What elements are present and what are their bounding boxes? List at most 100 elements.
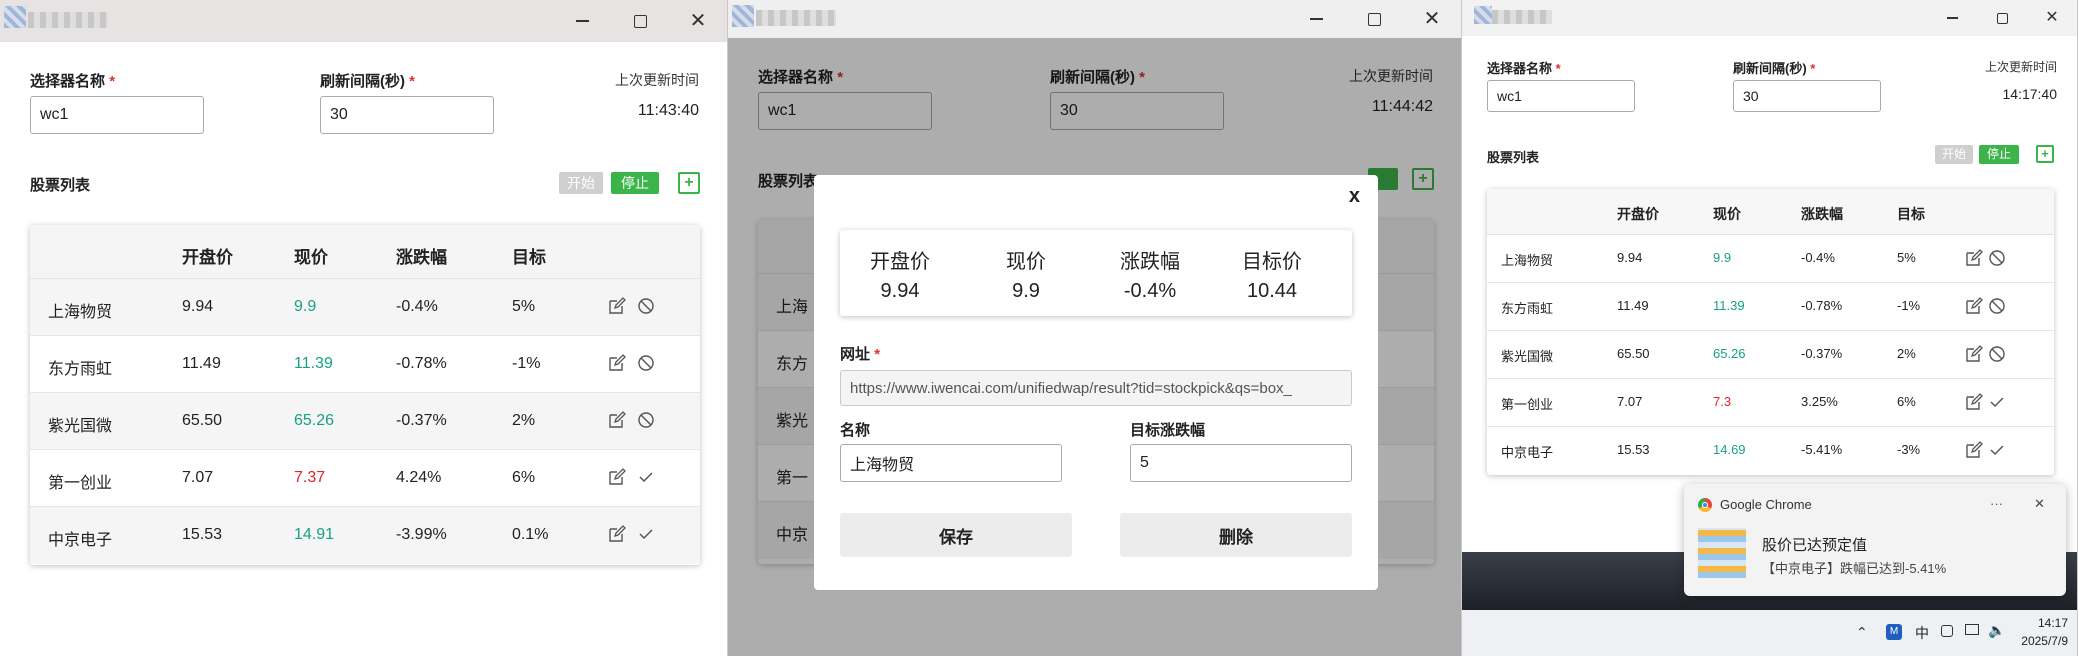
minimize-icon bbox=[1946, 17, 1958, 19]
app-icon bbox=[732, 5, 754, 27]
open-price: 15.53 bbox=[182, 526, 223, 543]
ban-icon[interactable] bbox=[637, 411, 655, 434]
open-price: 65.50 bbox=[1617, 346, 1650, 361]
edit-icon[interactable] bbox=[1965, 297, 1983, 320]
volume-icon[interactable]: 🔈 bbox=[1988, 622, 2005, 639]
edit-stock-dialog: x 开盘价 9.94 现价 9.9 涨跌幅 -0.4% 目标价 10.44 网址 * h… bbox=[814, 175, 1378, 590]
stock-name: 紫光国微 bbox=[1501, 349, 1554, 364]
stock-name: 中京电子 bbox=[48, 532, 113, 549]
selector-name-input[interactable]: wc1 bbox=[30, 96, 204, 134]
check-icon[interactable] bbox=[1988, 393, 2006, 416]
current-price: 9.9 bbox=[1713, 250, 1732, 265]
stock-name: 东方雨虹 bbox=[1501, 301, 1554, 316]
table-row: 上海物贸 9.94 9.9 -0.4% 5% bbox=[30, 279, 700, 336]
url-input[interactable]: https://www.iwencai.com/unifiedwap/resul… bbox=[840, 370, 1352, 406]
last-update-time: 14:17:40 bbox=[2002, 86, 2058, 102]
taskbar: ⌃ M 中 🔈 14:17 2025/7/9 bbox=[1462, 610, 2077, 656]
edit-icon[interactable] bbox=[608, 297, 626, 320]
close-button[interactable]: ✕ bbox=[1403, 0, 1461, 38]
selector-name-input[interactable]: wc1 bbox=[1487, 80, 1635, 112]
table-header: 开盘价 现价 涨跌幅 目标 bbox=[1487, 189, 2054, 235]
table-row: 第一创业 7.07 7.3 3.25% 6% bbox=[1487, 379, 2054, 427]
add-stock-button[interactable]: + bbox=[2036, 145, 2054, 163]
edit-icon[interactable] bbox=[608, 525, 626, 548]
maximize-button[interactable] bbox=[1977, 0, 2027, 36]
ime-mode-icon[interactable] bbox=[1941, 625, 1953, 637]
app-window-1: ✕ 选择器名称 * wc1 刷新间隔(秒) * 30 上次更新时间 11:43:… bbox=[0, 0, 728, 656]
name-input[interactable]: 上海物贸 bbox=[840, 444, 1062, 482]
edit-icon[interactable] bbox=[1965, 393, 1983, 416]
notification-close-button[interactable]: ✕ bbox=[2034, 496, 2045, 512]
add-stock-button[interactable]: + bbox=[678, 172, 700, 194]
window-title-blurred bbox=[28, 12, 108, 28]
minimize-button[interactable] bbox=[1287, 0, 1345, 38]
minimize-button[interactable] bbox=[553, 0, 611, 42]
ban-icon[interactable] bbox=[1988, 345, 2006, 368]
edit-icon[interactable] bbox=[608, 411, 626, 434]
notification-more-button[interactable]: ··· bbox=[1990, 496, 2003, 511]
target-percent: 2% bbox=[1897, 346, 1916, 361]
edit-icon[interactable] bbox=[1965, 249, 1983, 272]
ban-icon[interactable] bbox=[637, 297, 655, 320]
tray-chevron-up-icon[interactable]: ⌃ bbox=[1856, 624, 1868, 641]
chrome-notification[interactable]: Google Chrome ··· ✕ 股价已达预定值 【中京电子】跌幅已达到-… bbox=[1684, 484, 2066, 596]
clock-date[interactable]: 2025/7/9 bbox=[2008, 634, 2068, 648]
close-icon: ✕ bbox=[1423, 8, 1441, 30]
open-price: 11.49 bbox=[1617, 298, 1649, 313]
modal-backdrop[interactable]: x 开盘价 9.94 现价 9.9 涨跌幅 -0.4% 目标价 10.44 网址 * h… bbox=[728, 38, 1461, 656]
current-price: 65.26 bbox=[1713, 346, 1746, 361]
network-icon[interactable] bbox=[1965, 624, 1979, 635]
clock-time[interactable]: 14:17 bbox=[2028, 616, 2068, 630]
change-percent: -0.4% bbox=[1801, 250, 1835, 265]
refresh-interval-label: 刷新间隔(秒) * bbox=[1733, 61, 1816, 76]
delete-button[interactable]: 删除 bbox=[1120, 513, 1352, 557]
target-percent: -1% bbox=[512, 355, 541, 372]
start-button[interactable]: 开始 bbox=[1935, 145, 1973, 164]
ban-icon[interactable] bbox=[1988, 297, 2006, 320]
edit-icon[interactable] bbox=[608, 354, 626, 377]
title-bar: ✕ bbox=[0, 0, 727, 42]
save-button[interactable]: 保存 bbox=[840, 513, 1072, 557]
refresh-interval-input[interactable]: 30 bbox=[1733, 80, 1881, 112]
ban-icon[interactable] bbox=[637, 354, 655, 377]
ime-indicator[interactable]: 中 bbox=[1915, 623, 1929, 643]
target-change-label: 目标涨跌幅 bbox=[1130, 422, 1206, 439]
app-window-3: ✕ 选择器名称 * wc1 刷新间隔(秒) * 30 上次更新时间 14:17:… bbox=[1462, 0, 2078, 656]
check-icon[interactable] bbox=[637, 525, 655, 548]
col-open: 开盘价 bbox=[1617, 206, 1659, 222]
last-update-label: 上次更新时间 bbox=[1984, 60, 2057, 74]
check-icon[interactable] bbox=[637, 468, 655, 491]
maximize-button[interactable] bbox=[611, 0, 669, 42]
table-row: 中京电子 15.53 14.91 -3.99% 0.1% bbox=[30, 507, 700, 564]
dialog-close-button[interactable]: x bbox=[1349, 185, 1360, 208]
open-price: 11.49 bbox=[182, 355, 221, 372]
target-percent: -1% bbox=[1897, 298, 1921, 313]
table-header: 开盘价 现价 涨跌幅 目标 bbox=[30, 225, 700, 279]
ban-icon[interactable] bbox=[1988, 249, 2006, 272]
edit-icon[interactable] bbox=[1965, 345, 1983, 368]
close-button[interactable]: ✕ bbox=[2027, 0, 2077, 36]
tray-app-icon[interactable]: M bbox=[1886, 624, 1902, 640]
target-percent: 6% bbox=[1897, 394, 1916, 409]
table-row: 上海物贸 9.94 9.9 -0.4% 5% bbox=[1487, 235, 2054, 283]
maximize-button[interactable] bbox=[1345, 0, 1403, 38]
edit-icon[interactable] bbox=[1965, 441, 1983, 464]
edit-icon[interactable] bbox=[608, 468, 626, 491]
name-label: 名称 bbox=[840, 422, 871, 439]
target-change-input[interactable]: 5 bbox=[1130, 444, 1352, 482]
start-button[interactable]: 开始 bbox=[559, 172, 603, 194]
close-icon: ✕ bbox=[2045, 9, 2059, 26]
refresh-interval-input[interactable]: 30 bbox=[320, 96, 494, 134]
stop-button[interactable]: 停止 bbox=[611, 172, 659, 194]
minimize-button[interactable] bbox=[1927, 0, 1977, 36]
check-icon[interactable] bbox=[1988, 441, 2006, 464]
table-body: 上海物贸 9.94 9.9 -0.4% 5% 东方雨虹 11.49 11.39 -0.78% -1… bbox=[30, 279, 700, 564]
close-button[interactable]: ✕ bbox=[669, 0, 727, 42]
col-change: 涨跌幅 bbox=[396, 248, 447, 267]
open-price: 9.94 bbox=[1617, 250, 1643, 265]
app-window-2: ✕ 选择器名称 * wc1 刷新间隔(秒) * 30 上次更新时间 11:44:… bbox=[728, 0, 1462, 656]
current-price: 9.9 bbox=[294, 298, 317, 315]
table-row: 第一创业 7.07 7.37 4.24% 6% bbox=[30, 450, 700, 507]
stop-button[interactable]: 停止 bbox=[1979, 145, 2019, 164]
change-percent: -0.37% bbox=[396, 412, 447, 429]
